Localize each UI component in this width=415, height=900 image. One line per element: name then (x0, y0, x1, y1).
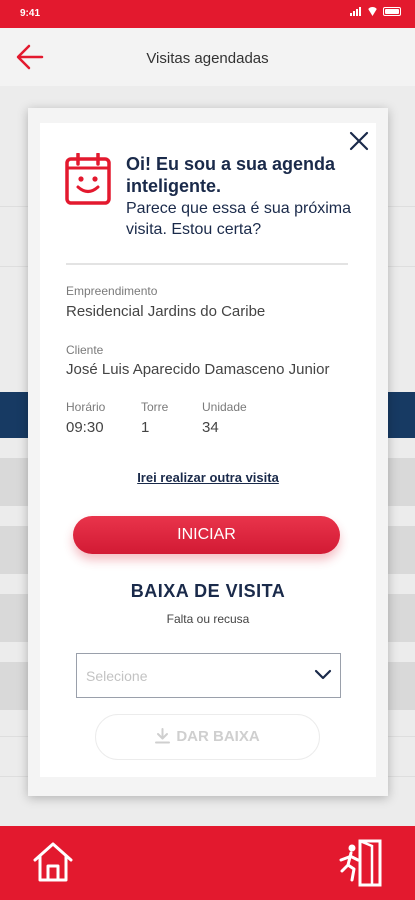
app-header: Visitas agendadas (0, 28, 415, 86)
empreendimento-label: Empreendimento (66, 284, 158, 298)
assistant-message: Oi! Eu sou a sua agenda inteligente. Par… (126, 153, 372, 240)
status-time: 9:41 (20, 8, 41, 19)
reason-select-placeholder: Selecione (86, 668, 148, 684)
torre-value: 1 (141, 419, 150, 436)
unidade-value: 34 (202, 419, 219, 436)
dar-baixa-button[interactable]: DAR BAIXA (95, 714, 320, 760)
cliente-label: Cliente (66, 343, 104, 357)
assistant-greeting: Oi! Eu sou a sua agenda inteligente. (126, 154, 336, 196)
next-visit-modal: Oi! Eu sou a sua agenda inteligente. Par… (40, 123, 376, 777)
chevron-down-icon (314, 669, 332, 680)
status-icons (350, 7, 401, 16)
close-button[interactable] (346, 128, 372, 154)
reason-select[interactable]: Selecione (76, 653, 341, 698)
other-visit-link[interactable]: Irei realizar outra visita (40, 470, 376, 485)
baixa-section-subtitle: Falta ou recusa (166, 612, 250, 626)
close-icon (349, 131, 369, 151)
exit-button[interactable] (338, 838, 384, 888)
home-icon (33, 842, 73, 882)
status-bar: 9:41 (0, 0, 415, 28)
start-visit-button[interactable]: INICIAR (73, 516, 340, 554)
empreendimento-value: Residencial Jardins do Caribe (66, 303, 266, 320)
torre-label: Torre (141, 400, 169, 414)
assistant-question: Parece que essa é sua próxima visita. Es… (126, 200, 352, 238)
wifi-icon (367, 7, 378, 16)
horario-label: Horário (66, 400, 106, 414)
page-title: Visitas agendadas (146, 50, 269, 67)
bottom-nav (0, 826, 415, 900)
divider (66, 263, 348, 265)
cliente-value: José Luis Aparecido Damasceno Junior (66, 361, 330, 378)
home-button[interactable] (32, 840, 74, 884)
horario-value: 09:30 (66, 419, 104, 436)
download-icon (155, 728, 171, 744)
baixa-section-title: BAIXA DE VISITA (130, 581, 286, 601)
battery-icon (383, 7, 401, 16)
dar-baixa-label: DAR BAIXA (176, 728, 260, 745)
smiling-calendar-icon (65, 153, 111, 205)
unidade-label: Unidade (202, 400, 247, 414)
signal-icon (350, 7, 362, 16)
exit-door-icon (339, 839, 382, 887)
